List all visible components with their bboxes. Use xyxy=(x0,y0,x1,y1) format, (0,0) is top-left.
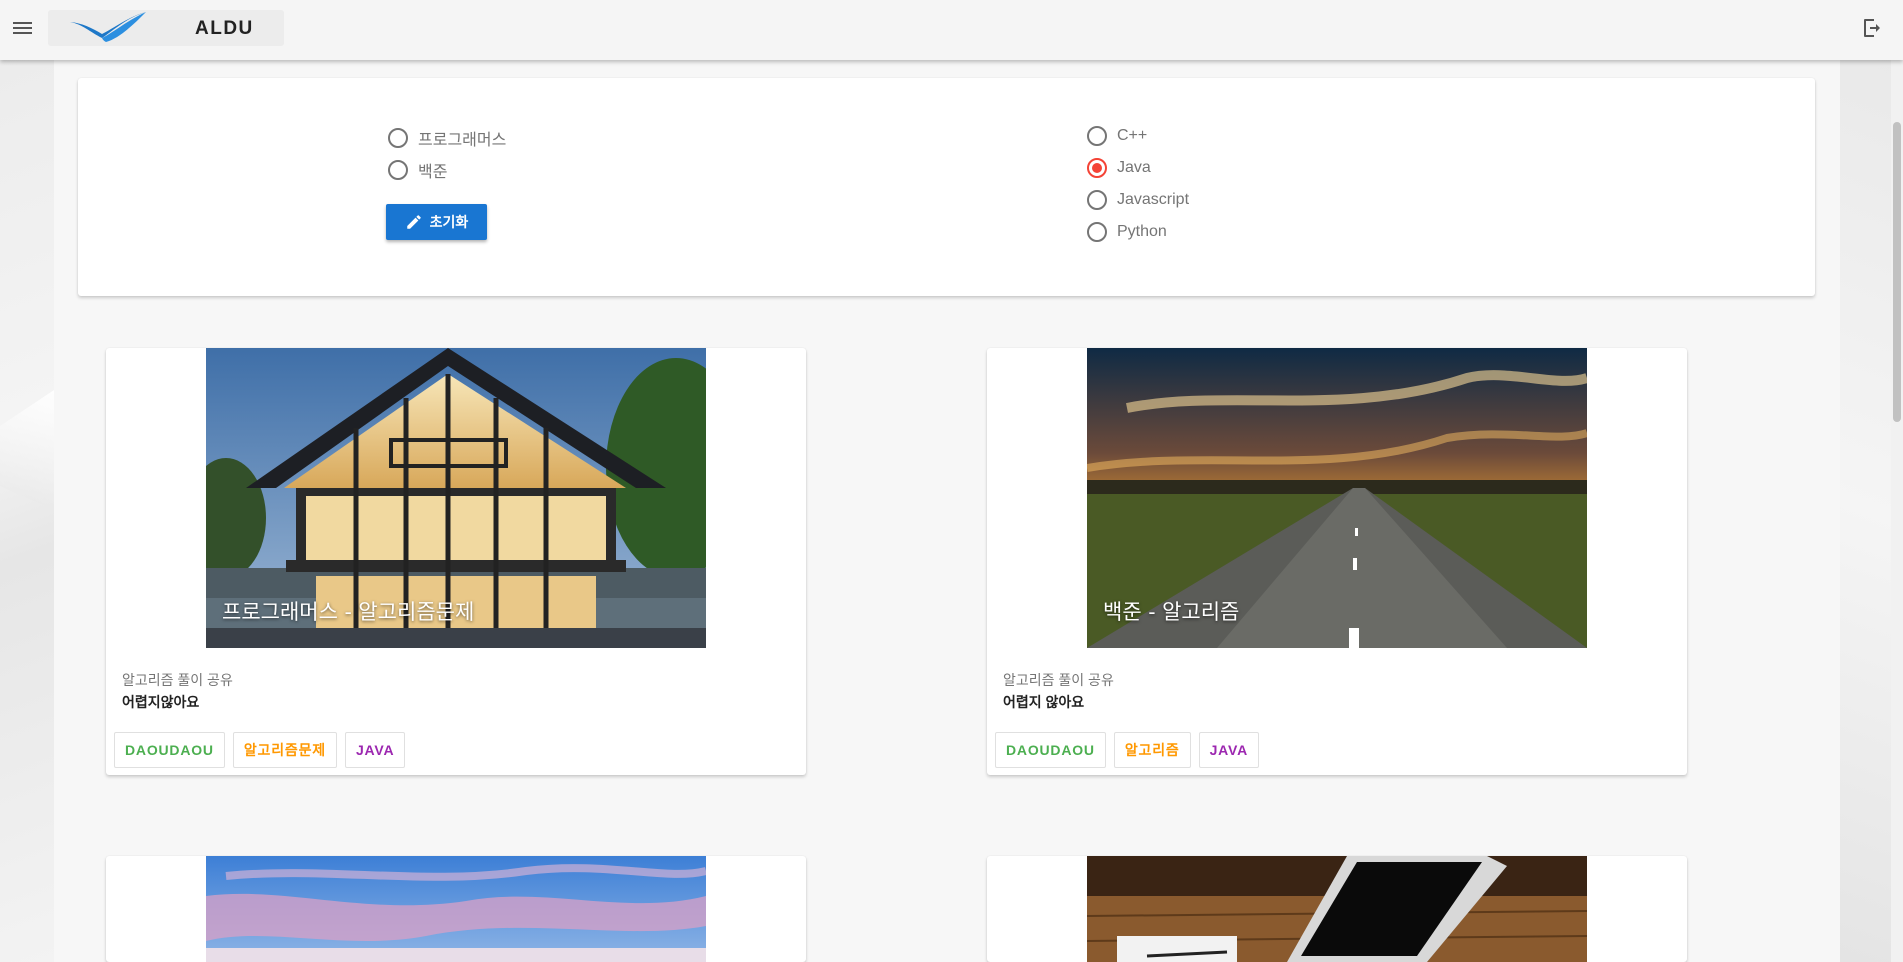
card-image-road-sunset: 백준 - 알고리즘 xyxy=(1087,348,1587,648)
card-subtitle: 알고리즘 풀이 공유 xyxy=(122,672,233,688)
radio-circle xyxy=(388,128,408,148)
radio-lang-python[interactable]: Python xyxy=(1087,222,1167,242)
scrollbar-thumb[interactable] xyxy=(1893,122,1901,422)
radio-lang-javascript[interactable]: Javascript xyxy=(1087,190,1189,210)
filter-panel: 프로그래머스 백준 초기화 C++ Java Javascript Python xyxy=(78,78,1815,296)
card-image-sky xyxy=(206,856,706,962)
card-title: 프로그래머스 - 알고리즘문제 xyxy=(222,600,475,624)
radio-label: C++ xyxy=(1117,127,1148,144)
radio-site-programmers[interactable]: 프로그래머스 xyxy=(388,126,506,150)
tag-chip-language[interactable]: JAVA xyxy=(1198,732,1260,768)
radio-label: 프로그래머스 xyxy=(418,132,507,149)
radio-label: Java xyxy=(1117,159,1151,176)
radio-circle xyxy=(1087,126,1107,146)
post-card[interactable]: 백준 - 알고리즘 알고리즘 풀이 공유 어렵지 않아요 DAOUDAOU 알고… xyxy=(987,348,1687,775)
post-card[interactable] xyxy=(106,856,806,962)
logout-button[interactable] xyxy=(1860,16,1884,40)
app-bar: ALDU xyxy=(0,0,1903,60)
radio-label: Javascript xyxy=(1117,191,1190,208)
brand[interactable]: ALDU xyxy=(48,10,284,46)
radio-lang-java[interactable]: Java xyxy=(1087,158,1151,178)
post-card[interactable]: 프로그래머스 - 알고리즘문제 알고리즘 풀이 공유 어렵지않아요 DAOUDA… xyxy=(106,348,806,775)
reset-label: 초기화 xyxy=(429,214,469,230)
scrollbar[interactable] xyxy=(1891,60,1903,962)
radio-lang-cpp[interactable]: C++ xyxy=(1087,126,1147,146)
radio-circle xyxy=(388,160,408,180)
card-title: 백준 - 알고리즘 xyxy=(1103,600,1240,624)
radio-label: Python xyxy=(1117,223,1167,240)
tag-list: DAOUDAOU 알고리즘문제 JAVA xyxy=(114,732,406,768)
radio-circle xyxy=(1087,190,1107,210)
logo-icon xyxy=(70,12,146,42)
app-title: ALDU xyxy=(195,18,254,39)
radio-circle xyxy=(1087,158,1107,178)
card-description: 어렵지않아요 xyxy=(122,694,200,710)
radio-site-baekjoon[interactable]: 백준 xyxy=(388,158,447,182)
logout-icon xyxy=(1864,19,1880,37)
tag-chip-author[interactable]: DAOUDAOU xyxy=(995,732,1106,768)
card-image-laptop xyxy=(1087,856,1587,962)
tag-list: DAOUDAOU 알고리즘 JAVA xyxy=(995,732,1260,768)
card-description: 어렵지 않아요 xyxy=(1003,694,1085,710)
pencil-icon xyxy=(406,215,421,229)
menu-button[interactable] xyxy=(10,16,36,42)
tag-chip-author[interactable]: DAOUDAOU xyxy=(114,732,225,768)
radio-circle xyxy=(1087,222,1107,242)
radio-label: 백준 xyxy=(418,164,448,181)
card-subtitle: 알고리즘 풀이 공유 xyxy=(1003,672,1114,688)
tag-chip-category[interactable]: 알고리즘문제 xyxy=(232,732,337,768)
left-background xyxy=(0,60,54,962)
tag-chip-category[interactable]: 알고리즘 xyxy=(1113,732,1191,768)
reset-button[interactable]: 초기화 xyxy=(386,204,487,240)
post-card[interactable] xyxy=(987,856,1687,962)
card-image-house: 프로그래머스 - 알고리즘문제 xyxy=(206,348,706,648)
tag-chip-language[interactable]: JAVA xyxy=(344,732,406,768)
